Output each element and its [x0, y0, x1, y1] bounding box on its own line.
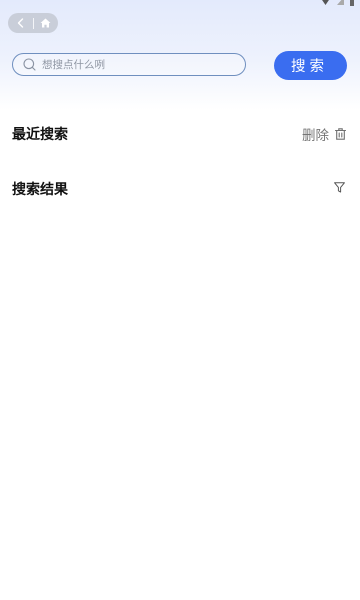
search-icon [23, 58, 36, 71]
trash-icon [335, 128, 346, 140]
search-button[interactable]: 搜索 [274, 51, 347, 80]
home-button[interactable] [34, 13, 59, 33]
filter-icon [334, 182, 345, 193]
filter-button[interactable] [334, 178, 345, 197]
recent-search-title: 最近搜索 [12, 127, 68, 143]
signal-icon [337, 0, 344, 5]
search-results-title: 搜索结果 [12, 182, 68, 198]
wifi-icon [322, 0, 329, 5]
search-input[interactable] [42, 58, 222, 71]
home-icon [40, 18, 51, 28]
chevron-left-icon [17, 18, 23, 28]
back-button[interactable] [8, 13, 33, 33]
nav-divider [32, 17, 34, 29]
search-field[interactable] [12, 53, 246, 76]
status-bar [320, 0, 354, 6]
delete-history-button[interactable]: 删除 [302, 124, 346, 144]
battery-icon [350, 0, 354, 6]
delete-label: 删除 [302, 128, 329, 144]
navigation-capsule [8, 13, 58, 33]
